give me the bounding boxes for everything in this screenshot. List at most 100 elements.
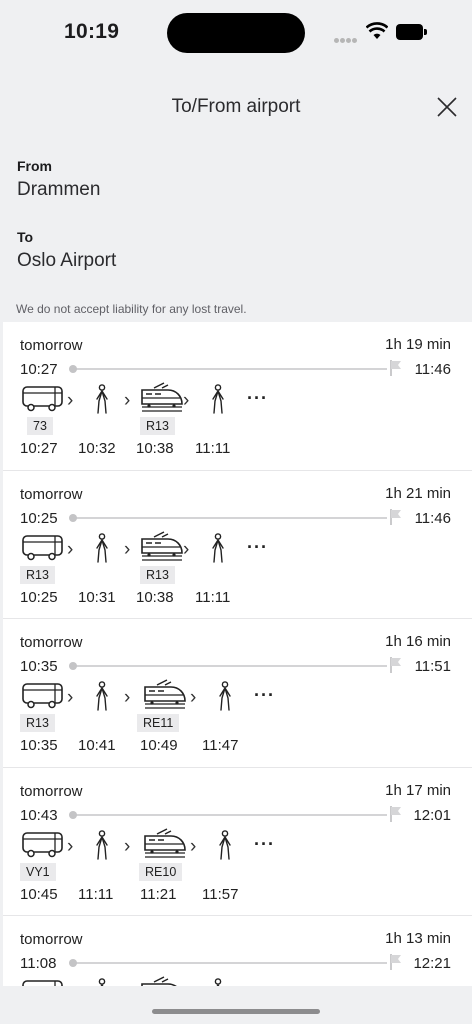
chevron-right-icon: › xyxy=(124,687,131,708)
segment-time: 10:32 xyxy=(78,440,116,457)
timeline-start-dot xyxy=(69,662,77,670)
chevron-right-icon: › xyxy=(67,687,74,708)
chevron-right-icon: › xyxy=(124,538,131,560)
trip-timeline xyxy=(70,665,387,667)
cellular-signal-icon xyxy=(334,30,358,48)
walk-icon xyxy=(210,384,226,419)
trip-row[interactable]: tomorrow 1h 13 min 11:08 12:21 xyxy=(3,916,472,986)
walk-icon xyxy=(217,681,233,716)
trip-day: tomorrow xyxy=(20,337,83,354)
status-time: 10:19 xyxy=(64,20,120,43)
trip-duration: 1h 21 min xyxy=(385,484,451,502)
timeline-start-dot xyxy=(69,513,77,522)
trip-duration: 1h 17 min xyxy=(385,781,451,799)
segment-time: 10:27 xyxy=(20,440,58,457)
chevron-right-icon: › xyxy=(67,538,74,560)
line-badge: RE11 xyxy=(137,714,180,732)
trip-row[interactable]: tomorrow 1h 21 min 10:25 11:46 › › › ··· R13 R13 1… xyxy=(3,471,472,619)
more-icon[interactable]: ··· xyxy=(247,537,268,558)
segment-time: 10:45 xyxy=(20,885,58,903)
trip-departure-time: 10:25 xyxy=(20,509,58,527)
page-title: To/From airport xyxy=(171,96,301,117)
chevron-right-icon: › xyxy=(190,687,197,708)
bus-icon xyxy=(22,386,64,417)
walk-icon xyxy=(210,978,226,986)
segment-time: 10:25 xyxy=(20,588,58,606)
flag-icon xyxy=(389,359,403,382)
dynamic-island xyxy=(167,13,305,53)
to-label: To xyxy=(17,229,34,245)
to-field[interactable]: To Oslo Airport xyxy=(17,229,116,272)
trip-timeline xyxy=(70,516,387,519)
walk-icon xyxy=(217,829,233,865)
segment-time: 11:11 xyxy=(195,588,231,606)
segment-time: 11:47 xyxy=(202,737,239,754)
train-icon xyxy=(143,827,187,865)
close-icon[interactable] xyxy=(432,92,462,122)
bottom-bar xyxy=(0,986,472,1024)
segment-time: 11:57 xyxy=(202,885,239,903)
bus-icon xyxy=(22,831,64,863)
home-indicator xyxy=(152,1009,320,1014)
train-icon xyxy=(140,382,184,419)
trip-arrival-time: 12:21 xyxy=(413,955,451,972)
segment-time: 10:35 xyxy=(20,737,58,754)
trip-duration: 1h 13 min xyxy=(385,930,451,947)
trip-day: tomorrow xyxy=(20,485,83,503)
battery-icon xyxy=(396,24,427,40)
trip-arrival-time: 11:51 xyxy=(414,658,451,675)
trip-arrival-time: 11:46 xyxy=(414,361,451,378)
trip-row[interactable]: tomorrow 1h 17 min 10:43 12:01 › › › ··· VY1 RE10… xyxy=(3,768,472,916)
trip-day: tomorrow xyxy=(20,782,83,800)
chevron-right-icon: › xyxy=(67,390,74,411)
trip-duration: 1h 16 min xyxy=(385,633,451,650)
trip-row[interactable]: tomorrow 1h 19 min 10:27 11:46 › › › ··· 73 R13 10… xyxy=(3,322,472,471)
trip-arrival-time: 11:46 xyxy=(414,509,451,527)
more-icon[interactable]: ··· xyxy=(247,388,268,409)
train-icon xyxy=(140,530,184,568)
chevron-right-icon: › xyxy=(190,835,197,857)
timeline-start-dot xyxy=(69,365,77,373)
flag-icon xyxy=(389,953,403,976)
walk-icon xyxy=(210,532,226,568)
header: To/From airport xyxy=(0,84,472,128)
trip-timeline xyxy=(70,368,387,370)
train-icon xyxy=(143,679,187,716)
flag-icon xyxy=(389,508,403,531)
walk-icon xyxy=(94,384,110,419)
line-badge: 73 xyxy=(27,417,53,435)
segment-time: 10:41 xyxy=(78,737,116,754)
more-icon[interactable]: ··· xyxy=(254,834,275,855)
segment-time: 10:49 xyxy=(140,737,178,754)
trip-day: tomorrow xyxy=(20,634,83,651)
segment-time: 10:38 xyxy=(136,440,174,457)
trip-row[interactable]: tomorrow 1h 16 min 10:35 11:51 › › › ··· R13 RE11… xyxy=(3,619,472,768)
walk-icon xyxy=(94,532,110,568)
from-field[interactable]: From Drammen xyxy=(17,158,100,201)
more-icon[interactable]: ··· xyxy=(254,685,275,706)
chevron-right-icon: › xyxy=(124,835,131,857)
trip-timeline xyxy=(70,962,387,964)
trip-timeline xyxy=(70,813,387,816)
chevron-right-icon: › xyxy=(67,835,74,857)
line-badge: R13 xyxy=(20,714,55,732)
timeline-start-dot xyxy=(69,959,77,967)
status-bar: 10:19 xyxy=(0,0,472,64)
timeline-start-dot xyxy=(69,810,77,819)
line-badge: VY1 xyxy=(20,862,56,881)
trip-day: tomorrow xyxy=(20,931,83,948)
walk-icon xyxy=(94,829,110,865)
trip-departure-time: 10:27 xyxy=(20,361,58,378)
line-badge: RE10 xyxy=(139,862,183,881)
chevron-right-icon: › xyxy=(183,390,190,411)
bus-icon xyxy=(22,683,64,714)
walk-icon xyxy=(94,681,110,716)
from-label: From xyxy=(17,158,52,174)
wifi-icon xyxy=(366,22,388,39)
flag-icon xyxy=(389,656,403,679)
segment-time: 10:38 xyxy=(136,588,174,606)
line-badge: R13 xyxy=(140,565,175,584)
trip-list[interactable]: tomorrow 1h 19 min 10:27 11:46 › › › ··· 73 R13 10… xyxy=(3,322,472,986)
chevron-right-icon: › xyxy=(183,538,190,560)
train-icon xyxy=(140,976,184,986)
